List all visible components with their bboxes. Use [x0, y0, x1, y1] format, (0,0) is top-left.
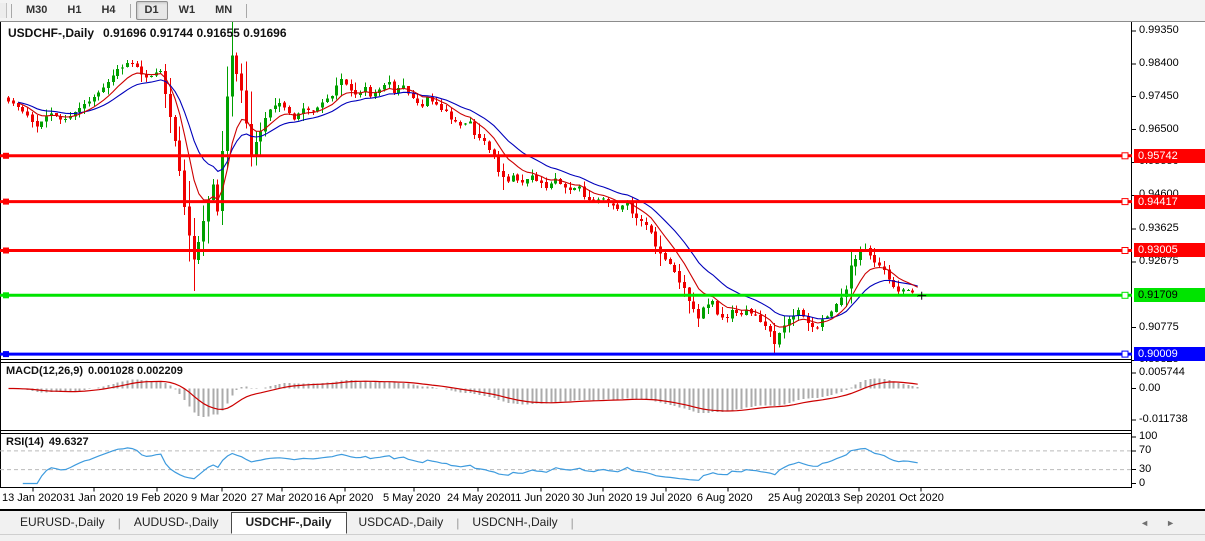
rsi-tick-label: 70: [1139, 444, 1151, 457]
price-level-label[interactable]: 0.93005: [1134, 243, 1205, 257]
toolbar-separator: [246, 4, 247, 18]
price-level-label[interactable]: 0.90009: [1134, 347, 1205, 361]
date-tick-label: 27 Mar 2020: [251, 492, 313, 504]
rsi-label: RSI(14) 49.6327: [6, 436, 89, 448]
timeframe-button-partial[interactable]: [0, 3, 7, 18]
rsi-tick-label: 30: [1139, 463, 1151, 476]
price-tick-label: 0.97450: [1139, 90, 1179, 103]
rsi-tick-label: 100: [1139, 430, 1157, 443]
tab-audusd[interactable]: AUDUSD-,Daily: [122, 512, 231, 533]
tab-scroll-left-icon[interactable]: ◄: [1140, 518, 1149, 528]
date-tick-label: 24 May 2020: [447, 492, 511, 504]
tab-scroll-right-icon[interactable]: ►: [1166, 518, 1175, 528]
toolbar-separator: [130, 4, 131, 18]
rsi-value: 49.6327: [49, 436, 89, 448]
price-tick-label: 0.93625: [1139, 222, 1179, 235]
tab-usdchf[interactable]: USDCHF-,Daily: [231, 512, 347, 534]
date-tick-label: 31 Jan 2020: [63, 492, 124, 504]
timeframe-button-d1[interactable]: D1: [136, 1, 168, 20]
tab-usdcnh[interactable]: USDCNH-,Daily: [460, 512, 569, 533]
date-tick-label: 16 Apr 2020: [314, 492, 373, 504]
timeframe-button-mn[interactable]: MN: [206, 1, 241, 20]
price-tick-label: 0.98400: [1139, 57, 1179, 70]
ohlc-values: 0.91696 0.91744 0.91655 0.91696: [103, 26, 287, 40]
chart-tab-bar: EURUSD-,Daily | AUDUSD-,DailyUSDCHF-,Daily…: [0, 509, 1205, 541]
macd-tick-label: 0.00: [1139, 382, 1160, 395]
date-tick-label: 5 May 2020: [383, 492, 440, 504]
macd-values: 0.001028 0.002209: [88, 365, 183, 377]
date-tick-label: 30 Jun 2020: [572, 492, 633, 504]
macd-tick-label: 0.005744: [1139, 366, 1185, 379]
price-tick-label: 0.99350: [1139, 24, 1179, 37]
date-tick-label: 9 Mar 2020: [191, 492, 247, 504]
timeframe-button-h1[interactable]: H1: [58, 1, 90, 20]
date-tick-label: 13 Jan 2020: [2, 492, 63, 504]
price-tick-label: 0.90775: [1139, 321, 1179, 334]
date-tick-label: 19 Jul 2020: [635, 492, 692, 504]
chart-tabs: EURUSD-,Daily | AUDUSD-,DailyUSDCHF-,Daily…: [0, 511, 1205, 535]
rsi-tick-label: 0: [1139, 477, 1145, 490]
toolbar-separator: [11, 4, 12, 18]
date-tick-label: 25 Aug 2020: [768, 492, 830, 504]
date-tick-label: 11 Jun 2020: [510, 492, 570, 504]
tab-separator: |: [570, 516, 575, 530]
price-level-label[interactable]: 0.91709: [1134, 288, 1205, 302]
macd-tick-label: -0.011738: [1139, 413, 1188, 426]
price-level-label[interactable]: 0.94417: [1134, 195, 1205, 209]
date-tick-label: 19 Feb 2020: [126, 492, 188, 504]
price-chart-canvas[interactable]: [0, 0, 1205, 509]
macd-label: MACD(12,26,9) 0.001028 0.002209: [6, 365, 183, 377]
tab-usdcad[interactable]: USDCAD-,Daily: [347, 512, 456, 533]
price-tick-label: 0.96500: [1139, 123, 1179, 136]
timeframe-button-m30[interactable]: M30: [17, 1, 56, 20]
tab-eurusd[interactable]: EURUSD-,Daily: [8, 512, 117, 533]
chart-title: USDCHF-,Daily 0.91696 0.91744 0.91655 0.9…: [8, 26, 287, 40]
timeframe-toolbar: M30H1H4 D1W1MN: [0, 0, 1205, 22]
price-level-label[interactable]: 0.95742: [1134, 149, 1205, 163]
symbol-period-label: USDCHF-,Daily: [8, 26, 94, 40]
timeframe-button-w1[interactable]: W1: [170, 1, 205, 20]
date-tick-label: 6 Aug 2020: [697, 492, 753, 504]
date-tick-label: 1 Oct 2020: [890, 492, 944, 504]
rsi-name: RSI(14): [6, 436, 44, 448]
date-tick-label: 13 Sep 2020: [828, 492, 890, 504]
timeframe-button-h4[interactable]: H4: [92, 1, 124, 20]
macd-name: MACD(12,26,9): [6, 365, 83, 377]
